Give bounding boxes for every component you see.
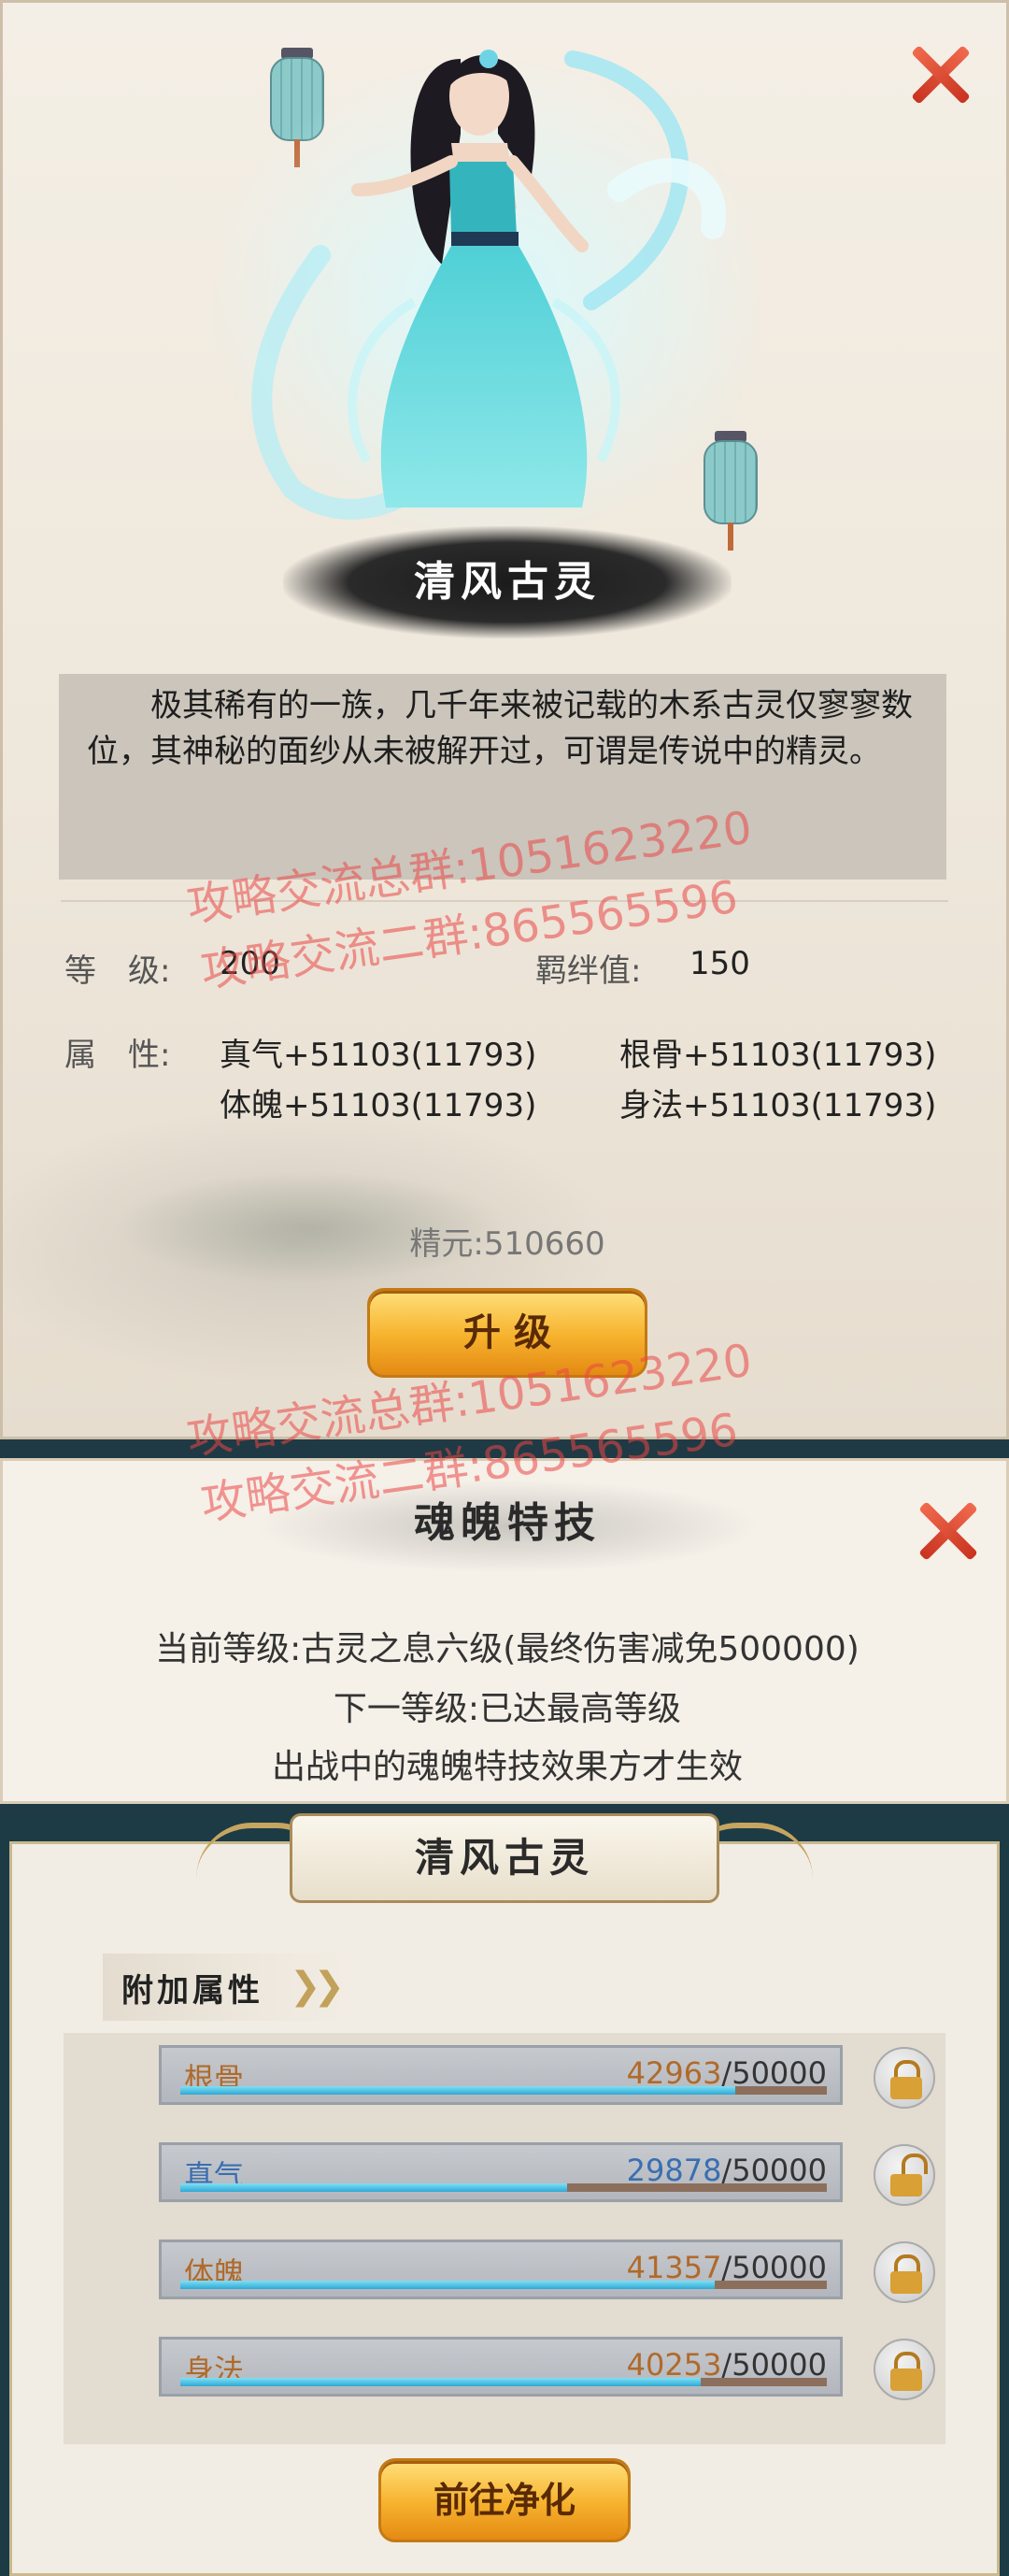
soul-skill-panel: 魂魄特技 当前等级:古灵之息六级(最终伤害减免500000) 下一等级:已达最高…: [0, 1458, 1009, 1804]
spirit-detail-panel: 清风古灵 极其稀有的一族，几千年来被记载的木系古灵仅寥寥数位，其神秘的面纱从未被…: [0, 0, 1009, 1439]
skill-next-level: 下一等级:已达最高等级: [333, 1690, 682, 1728]
spirit-name: 清风古灵: [414, 558, 601, 606]
progress-track: [180, 2281, 827, 2289]
attribute-panel-title: 清风古灵: [414, 1835, 594, 1881]
progress-fill: [180, 2378, 702, 2386]
spirit-description: 极其稀有的一族，几千年来被记载的木系古灵仅寥寥数位，其神秘的面纱从未被解开过，可…: [87, 687, 913, 770]
bond-value: 150: [689, 945, 750, 982]
skill-note: 出战中的魂魄特技效果方才生效: [271, 1748, 743, 1786]
attribute-bar: 真气 29878/50000: [159, 2142, 843, 2202]
attribute-value: 体魄+51103(11793): [220, 1087, 537, 1124]
attribute-value: 真气+51103(11793): [220, 1037, 537, 1074]
progress-fill: [180, 2281, 716, 2289]
progress-track: [180, 2086, 827, 2095]
close-icon[interactable]: [907, 42, 973, 107]
purify-button-label: 前往净化: [433, 2480, 576, 2521]
attribute-label: 属 性:: [64, 1037, 171, 1074]
purify-button[interactable]: 前往净化: [378, 2458, 631, 2542]
skill-title: 魂魄特技: [414, 1499, 601, 1547]
lock-icon[interactable]: [874, 2047, 935, 2109]
progress-fill: [180, 2183, 567, 2192]
attribute-value: 根骨+51103(11793): [619, 1037, 937, 1074]
bond-label: 羁绊值:: [535, 952, 642, 990]
progress-track: [180, 2183, 827, 2192]
skill-current-level: 当前等级:古灵之息六级(最终伤害减免500000): [155, 1630, 860, 1668]
level-label: 等 级:: [64, 952, 171, 990]
lock-icon[interactable]: [874, 2241, 935, 2303]
close-icon[interactable]: [915, 1498, 980, 1564]
chevron-right-icon: ❯❯: [290, 1965, 345, 2008]
attribute-bar: 体魄 41357/50000: [159, 2240, 843, 2299]
unlock-icon[interactable]: [874, 2144, 935, 2206]
attribute-value: 身法+51103(11793): [619, 1087, 937, 1124]
spirit-portrait: [208, 50, 760, 545]
essence-amount: 精元:510660: [409, 1225, 605, 1263]
attribute-bar: 身法 40253/50000: [159, 2337, 843, 2397]
progress-track: [180, 2378, 827, 2386]
lock-icon[interactable]: [874, 2339, 935, 2400]
attribute-bar: 根骨 42963/50000: [159, 2045, 843, 2105]
progress-fill: [180, 2086, 736, 2095]
section-title: 附加属性: [121, 1972, 263, 2010]
